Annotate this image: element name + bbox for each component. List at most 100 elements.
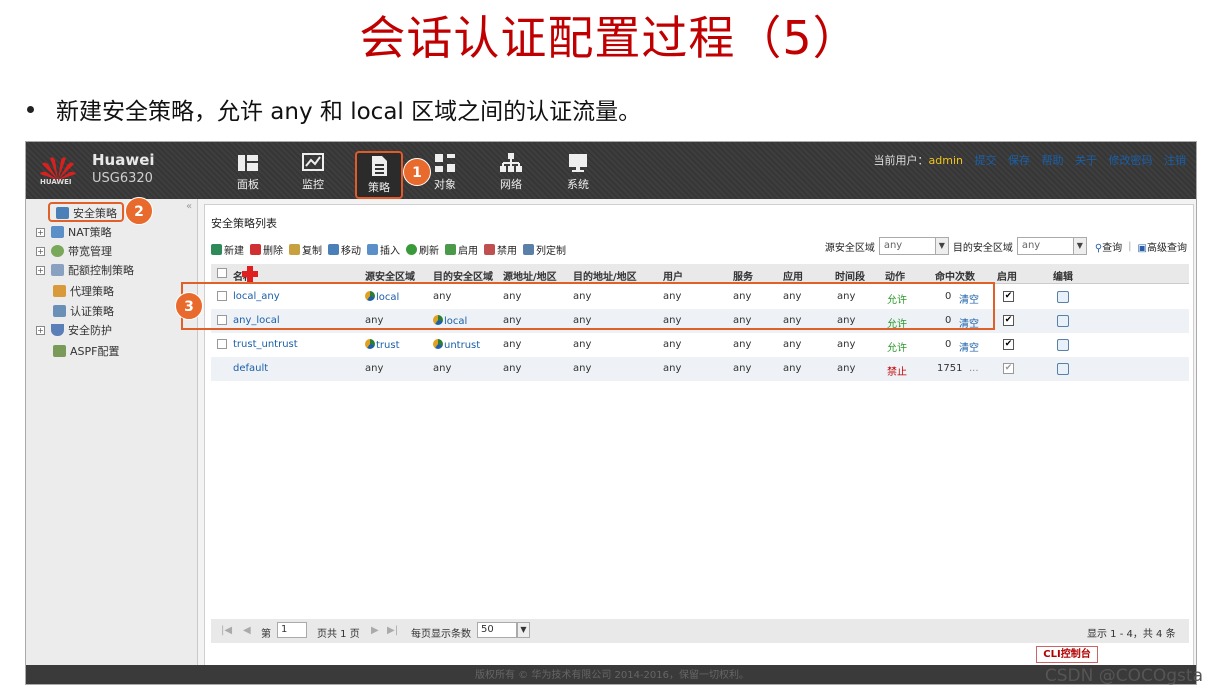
table-row[interactable]: default any any any any any any any any …	[211, 357, 1189, 381]
bullet-label: 新建安全策略，允许 any 和 local 区域之间的认证流量。	[56, 99, 642, 125]
sidebar-item-proxy[interactable]: 代理策略	[53, 282, 114, 300]
next-page-icon[interactable]: ▶	[371, 625, 379, 636]
about-link[interactable]: 关于	[1075, 154, 1097, 167]
collapse-icon[interactable]: «	[186, 201, 192, 212]
insert-icon	[367, 243, 378, 255]
expand-icon[interactable]: +	[36, 227, 45, 237]
refresh-button[interactable]: 刷新	[406, 242, 439, 257]
chevron-down-icon: ▼	[1072, 238, 1086, 254]
panel-title: 安全策略列表	[211, 217, 277, 230]
enabled-checkbox[interactable]: ✔	[1003, 315, 1014, 326]
advanced-query-button[interactable]: ▣高级查询	[1138, 239, 1187, 254]
sidebar-item-auth-policy[interactable]: 认证策略	[53, 302, 114, 320]
user: any	[663, 339, 682, 350]
page-input[interactable]: 1	[277, 622, 307, 638]
nav-label: 策略	[368, 181, 390, 194]
sidebar-item-quota[interactable]: + 配额控制策略	[36, 261, 134, 279]
query-button[interactable]: ⚲查询	[1095, 239, 1122, 254]
src-zone-select[interactable]: any ▼	[878, 237, 949, 255]
prev-page-icon[interactable]: ◀	[243, 625, 251, 636]
policy-icon	[372, 156, 387, 176]
expand-icon[interactable]: +	[36, 246, 45, 256]
monitor-icon	[302, 153, 324, 171]
nav-policy[interactable]: 策略	[355, 151, 403, 199]
select-all-checkbox[interactable]	[217, 268, 227, 278]
save-link[interactable]: 保存	[1008, 154, 1030, 167]
nav-label: 系统	[567, 178, 589, 191]
per-page-select[interactable]: 50	[477, 622, 517, 638]
insert-button[interactable]: 插入	[367, 242, 400, 257]
proxy-icon	[53, 285, 66, 297]
column-header[interactable]: 目的安全区域	[433, 268, 493, 283]
column-header[interactable]: 编辑	[1053, 268, 1073, 283]
nav-system[interactable]: 系统	[554, 150, 602, 200]
move-button[interactable]: 移动	[328, 242, 361, 257]
sidebar-item-aspf[interactable]: ASPF配置	[53, 342, 119, 360]
first-page-icon[interactable]: |◀	[221, 625, 232, 636]
change-password-link[interactable]: 修改密码	[1109, 154, 1153, 167]
submit-link[interactable]: 提交	[975, 154, 997, 167]
callout-3: 3	[175, 292, 203, 320]
last-page-icon[interactable]: ▶|	[387, 625, 398, 636]
clear-link[interactable]: 清空	[959, 339, 979, 354]
edit-icon[interactable]	[1057, 363, 1069, 375]
copy-button[interactable]: 复制	[289, 242, 322, 257]
dst-zone-link[interactable]: untrust	[444, 340, 480, 351]
sidebar-item-label: 带宽管理	[68, 245, 112, 258]
edit-icon[interactable]	[1057, 315, 1069, 327]
enabled-checkbox[interactable]: ✔	[1003, 291, 1014, 302]
current-user-label: 当前用户：	[873, 154, 929, 167]
sidebar-item-protection[interactable]: + 安全防护	[36, 321, 112, 339]
advanced-search-icon: ▣	[1137, 242, 1147, 254]
expand-icon[interactable]: +	[36, 265, 45, 275]
new-button[interactable]: 新建	[211, 242, 244, 257]
service: any	[733, 339, 752, 350]
edit-icon[interactable]	[1057, 291, 1069, 303]
object-icon	[435, 154, 455, 172]
column-header[interactable]: 应用	[783, 268, 803, 283]
quota-icon	[51, 264, 64, 276]
column-header[interactable]: 命中次数	[935, 268, 975, 283]
column-header[interactable]: 启用	[997, 268, 1017, 283]
sidebar-item-security-policy[interactable]: 安全策略	[56, 204, 117, 222]
expand-icon[interactable]: +	[36, 325, 45, 335]
table-row[interactable]: trust_untrust trust untrust any any any …	[211, 333, 1189, 357]
sidebar-item-bandwidth[interactable]: + 带宽管理	[36, 242, 112, 260]
column-header[interactable]: 动作	[885, 268, 905, 283]
help-link[interactable]: 帮助	[1042, 154, 1064, 167]
src-zone-link[interactable]: trust	[376, 340, 400, 351]
nav-dashboard[interactable]: 面板	[224, 150, 272, 200]
cli-console-button[interactable]: CLI控制台	[1036, 646, 1098, 663]
edit-icon[interactable]	[1057, 339, 1069, 351]
column-header[interactable]: 源地址/地区	[503, 268, 557, 283]
top-header: HUAWEI Huawei USG6320 面板 监控 策略 对象 网络 系统 …	[26, 142, 1196, 200]
nav-network[interactable]: 网络	[487, 150, 535, 200]
column-header[interactable]: 服务	[733, 268, 753, 283]
sidebar-item-nat[interactable]: + NAT策略	[36, 223, 112, 241]
delete-button[interactable]: 删除	[250, 242, 283, 257]
nav-monitor[interactable]: 监控	[289, 150, 337, 200]
column-header[interactable]: 时间段	[835, 268, 865, 283]
column-header[interactable]: 目的地址/地区	[573, 268, 637, 283]
bullet-icon	[27, 105, 34, 113]
dst-zone-select[interactable]: any ▼	[1016, 237, 1087, 255]
highlight-box	[181, 282, 995, 330]
policy-name-link[interactable]: trust_untrust	[233, 339, 298, 350]
slide: 会话认证配置过程（5） 新建安全策略，允许 any 和 local 区域之间的认…	[0, 0, 1219, 700]
row-checkbox[interactable]	[217, 339, 227, 349]
chevron-down-icon[interactable]: ▼	[517, 622, 530, 638]
red-cross-cursor-icon	[242, 266, 258, 282]
disable-button[interactable]: 禁用	[484, 242, 517, 257]
column-custom-button[interactable]: 列定制	[523, 242, 566, 257]
logout-link[interactable]: 注销	[1164, 154, 1186, 167]
app: any	[783, 363, 802, 374]
enable-icon	[445, 243, 456, 255]
policy-name-link[interactable]: default	[233, 363, 268, 374]
column-header[interactable]: 源安全区域	[365, 268, 415, 283]
action: 允许	[887, 343, 907, 354]
delete-icon	[250, 243, 261, 255]
nav-label: 面板	[237, 178, 259, 191]
enable-button[interactable]: 启用	[445, 242, 478, 257]
enabled-checkbox[interactable]: ✔	[1003, 339, 1014, 350]
column-header[interactable]: 用户	[663, 268, 683, 283]
